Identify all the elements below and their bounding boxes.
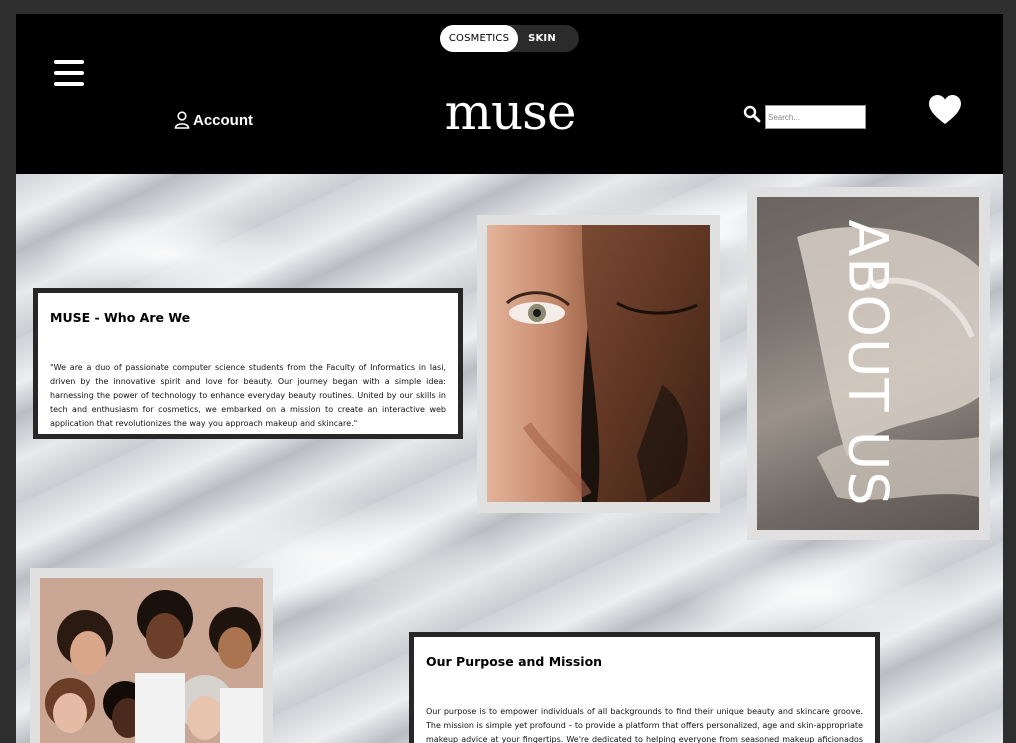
- about-us-heading: ABOUT US: [836, 219, 900, 507]
- cream-swatch-image: ABOUT US: [757, 197, 979, 530]
- toggle-cosmetics[interactable]: COSMETICS: [440, 25, 518, 52]
- muse-logo[interactable]: muse: [434, 82, 586, 142]
- faces-image: [487, 225, 710, 502]
- faces-photo: [477, 215, 720, 513]
- account-link[interactable]: Account: [174, 110, 253, 130]
- about-section: MUSE - Who Are We "We are a duo of passi…: [16, 174, 1003, 743]
- toggle-skin[interactable]: SKIN: [518, 25, 566, 52]
- group-photo: [30, 568, 273, 743]
- group-image: [40, 578, 263, 743]
- user-icon: [174, 111, 190, 129]
- mission-card: Our Purpose and Mission Our purpose is t…: [409, 632, 880, 743]
- heart-icon[interactable]: [928, 94, 962, 126]
- category-toggle[interactable]: COSMETICS SKIN: [440, 25, 579, 52]
- account-label: Account: [193, 111, 253, 129]
- mission-title: Our Purpose and Mission: [426, 654, 603, 669]
- mission-body: Our purpose is to empower individuals of…: [426, 707, 863, 743]
- search-input[interactable]: [765, 105, 866, 129]
- page-frame: COSMETICS SKIN Account muse MUSE - Who A…: [16, 14, 1003, 743]
- who-body: "We are a duo of passionate computer sci…: [50, 363, 446, 428]
- about-us-photo: ABOUT US: [747, 187, 990, 540]
- search-icon[interactable]: [743, 105, 761, 123]
- menu-icon[interactable]: [54, 60, 84, 86]
- who-title: MUSE - Who Are We: [50, 310, 191, 325]
- site-header: COSMETICS SKIN Account muse: [16, 14, 1003, 174]
- who-are-we-card: MUSE - Who Are We "We are a duo of passi…: [33, 288, 463, 439]
